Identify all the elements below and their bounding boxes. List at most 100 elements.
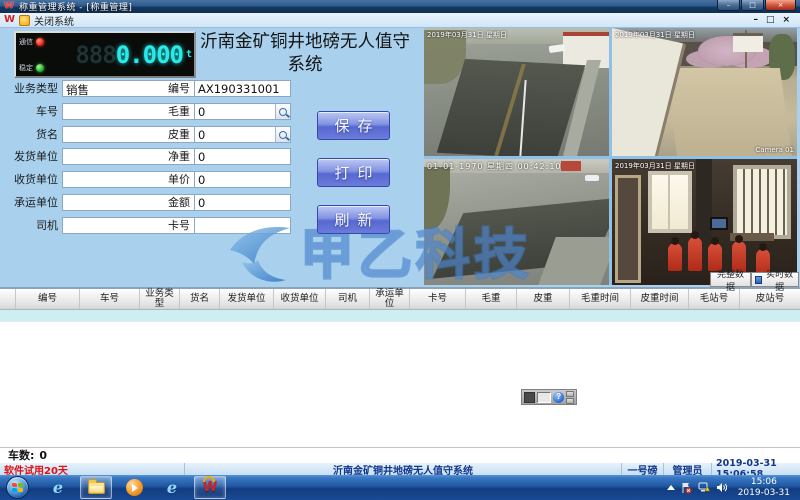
- empty-selected-row[interactable]: [0, 310, 800, 322]
- net-weight-input[interactable]: [195, 149, 290, 164]
- label-amount: 金额: [150, 194, 190, 211]
- tray-expand-icon[interactable]: [667, 485, 675, 490]
- print-button[interactable]: 打印: [317, 158, 390, 187]
- taskbar-item-weighing-app[interactable]: W: [194, 476, 226, 499]
- magnifier-icon: [279, 108, 287, 116]
- taskbar-item-ie-2[interactable]: e: [156, 476, 188, 499]
- column-header-business-type: 业务类型: [140, 289, 180, 309]
- menu-item-close-system[interactable]: 关闭系统: [34, 13, 74, 28]
- screen: W 称重管理系统 - [称重管理] – □ × W 关闭系统 – □ × 通信 …: [0, 0, 800, 500]
- close-button[interactable]: ×: [765, 0, 796, 11]
- person: [688, 237, 702, 271]
- gross-weight-lookup-button[interactable]: [275, 104, 290, 119]
- mini-nav-help-button[interactable]: ?: [553, 392, 564, 403]
- gross-weight-input[interactable]: [195, 104, 275, 119]
- status-bar: 软件试用20天 沂南金矿铜井地磅无人值守系统 一号磅 管理员 2019-03-3…: [0, 462, 800, 475]
- red-gate: [561, 161, 581, 171]
- tray-clock[interactable]: 15:06 2019-03-31: [733, 477, 795, 499]
- label-net-weight: 净重: [150, 148, 190, 165]
- volume-icon[interactable]: [716, 482, 727, 493]
- minimize-button[interactable]: –: [717, 0, 740, 11]
- label-tare-weight: 皮重: [150, 126, 190, 143]
- column-header-card-no: 卡号: [410, 289, 466, 309]
- window-title: 称重管理系统 - [称重管理]: [19, 0, 133, 13]
- label-carrier: 承运单位: [6, 194, 58, 211]
- taskbar-item-ie[interactable]: e: [42, 476, 74, 499]
- tare-weight-input[interactable]: [195, 127, 275, 142]
- gross-weight-field: [194, 103, 291, 120]
- amount-input[interactable]: [195, 195, 290, 210]
- action-center-flag-icon[interactable]: [681, 482, 692, 494]
- complete-data-label: 完整数据: [714, 267, 747, 293]
- comm-indicator-label: 通信: [19, 39, 33, 46]
- mdi-close-button[interactable]: ×: [782, 16, 790, 25]
- record-no-field: [194, 80, 291, 97]
- monitor: [710, 217, 728, 230]
- column-header-driver: 司机: [326, 289, 370, 309]
- mini-nav-up-button[interactable]: [566, 391, 574, 397]
- camera4-timestamp: 2019年03月31日 星期日: [615, 161, 695, 171]
- mini-nav-display: [537, 392, 552, 403]
- scale-display: 通信 稳定 888 0.000 t: [14, 31, 196, 78]
- camera2-label: Camera 01: [755, 146, 794, 154]
- taskbar-item-explorer[interactable]: [80, 476, 112, 499]
- label-business-type: 业务类型: [6, 80, 58, 97]
- building-roof: [563, 32, 609, 36]
- comm-indicator-light: [36, 38, 44, 46]
- start-button[interactable]: [6, 476, 29, 499]
- taskbar-item-media-player[interactable]: [118, 476, 150, 499]
- folder-icon: [88, 482, 105, 494]
- camera-feed-3: 01-01-1970 星期四 00:42:10: [424, 159, 609, 285]
- column-header-carrier: 承运单位: [370, 289, 410, 309]
- label-record-no: 编号: [150, 80, 190, 97]
- status-operator: 管理员: [664, 463, 712, 475]
- comm-indicator: 通信: [19, 38, 52, 46]
- label-receiver: 收货单位: [6, 171, 58, 188]
- status-system-name: 沂南金矿铜井地磅无人值守系统: [185, 463, 622, 475]
- complete-data-tab[interactable]: 完整数据: [710, 272, 751, 287]
- vehicle-count-value: 0: [39, 449, 47, 462]
- scale-unit: t: [186, 49, 191, 60]
- media-player-icon: [126, 479, 143, 496]
- refresh-button[interactable]: 刷新: [317, 205, 390, 234]
- stable-indicator-label: 稳定: [19, 65, 33, 72]
- table-header-row: 编号 车号 业务类型 货名 发货单位 收货单位 司机 承运单位 卡号 毛重 皮重…: [0, 289, 800, 310]
- trial-notice: 软件试用20天: [0, 463, 185, 475]
- windows-logo-icon: [12, 483, 23, 493]
- amount-field: [194, 194, 291, 211]
- column-header-shipper: 发货单位: [220, 289, 274, 309]
- label-unit-price: 单价: [150, 171, 190, 188]
- tare-weight-lookup-button[interactable]: [275, 127, 290, 142]
- vehicle-count-row: 车数: 0: [0, 447, 800, 462]
- exit-icon: [19, 15, 30, 26]
- column-header-record-no: 编号: [16, 289, 80, 309]
- camera2-timestamp: 2019年03月31日 星期日: [615, 30, 695, 40]
- camera-panel: 2019年03月31日 星期日 2019年03月31日 星期日 Camera 0…: [424, 28, 797, 285]
- weighing-app-icon: W: [203, 481, 217, 494]
- tray-clock-time: 15:06: [738, 477, 790, 488]
- maximize-button[interactable]: □: [741, 0, 764, 11]
- label-goods-name: 货名: [6, 126, 58, 143]
- mini-nav-down-button[interactable]: [566, 398, 574, 404]
- realtime-data-tab[interactable]: 实时数据: [751, 272, 799, 287]
- record-no-input[interactable]: [195, 81, 290, 96]
- scale-weight-value: 0.000: [116, 41, 183, 69]
- card-no-input[interactable]: [195, 218, 290, 233]
- window-left: [648, 171, 692, 233]
- tare-weight-field: [194, 126, 291, 143]
- unit-price-input[interactable]: [195, 172, 290, 187]
- door-frame: [615, 175, 641, 283]
- network-status-icon[interactable]: [698, 482, 710, 493]
- app-logo-icon-small: W: [4, 15, 15, 25]
- title-bar: W 称重管理系统 - [称重管理] – □ ×: [0, 0, 800, 13]
- column-header-goods-name: 货名: [180, 289, 220, 309]
- label-card-no: 卡号: [150, 217, 190, 234]
- magnifier-icon: [279, 131, 287, 139]
- mini-nav-slot: [524, 392, 535, 403]
- mdi-minimize-button[interactable]: –: [753, 16, 758, 25]
- label-shipper: 发货单位: [6, 148, 58, 165]
- mdi-restore-button[interactable]: □: [766, 16, 775, 25]
- camera-feed-2: 2019年03月31日 星期日 Camera 01: [612, 28, 797, 156]
- stable-indicator: 稳定: [19, 64, 52, 72]
- save-button[interactable]: 保存: [317, 111, 390, 140]
